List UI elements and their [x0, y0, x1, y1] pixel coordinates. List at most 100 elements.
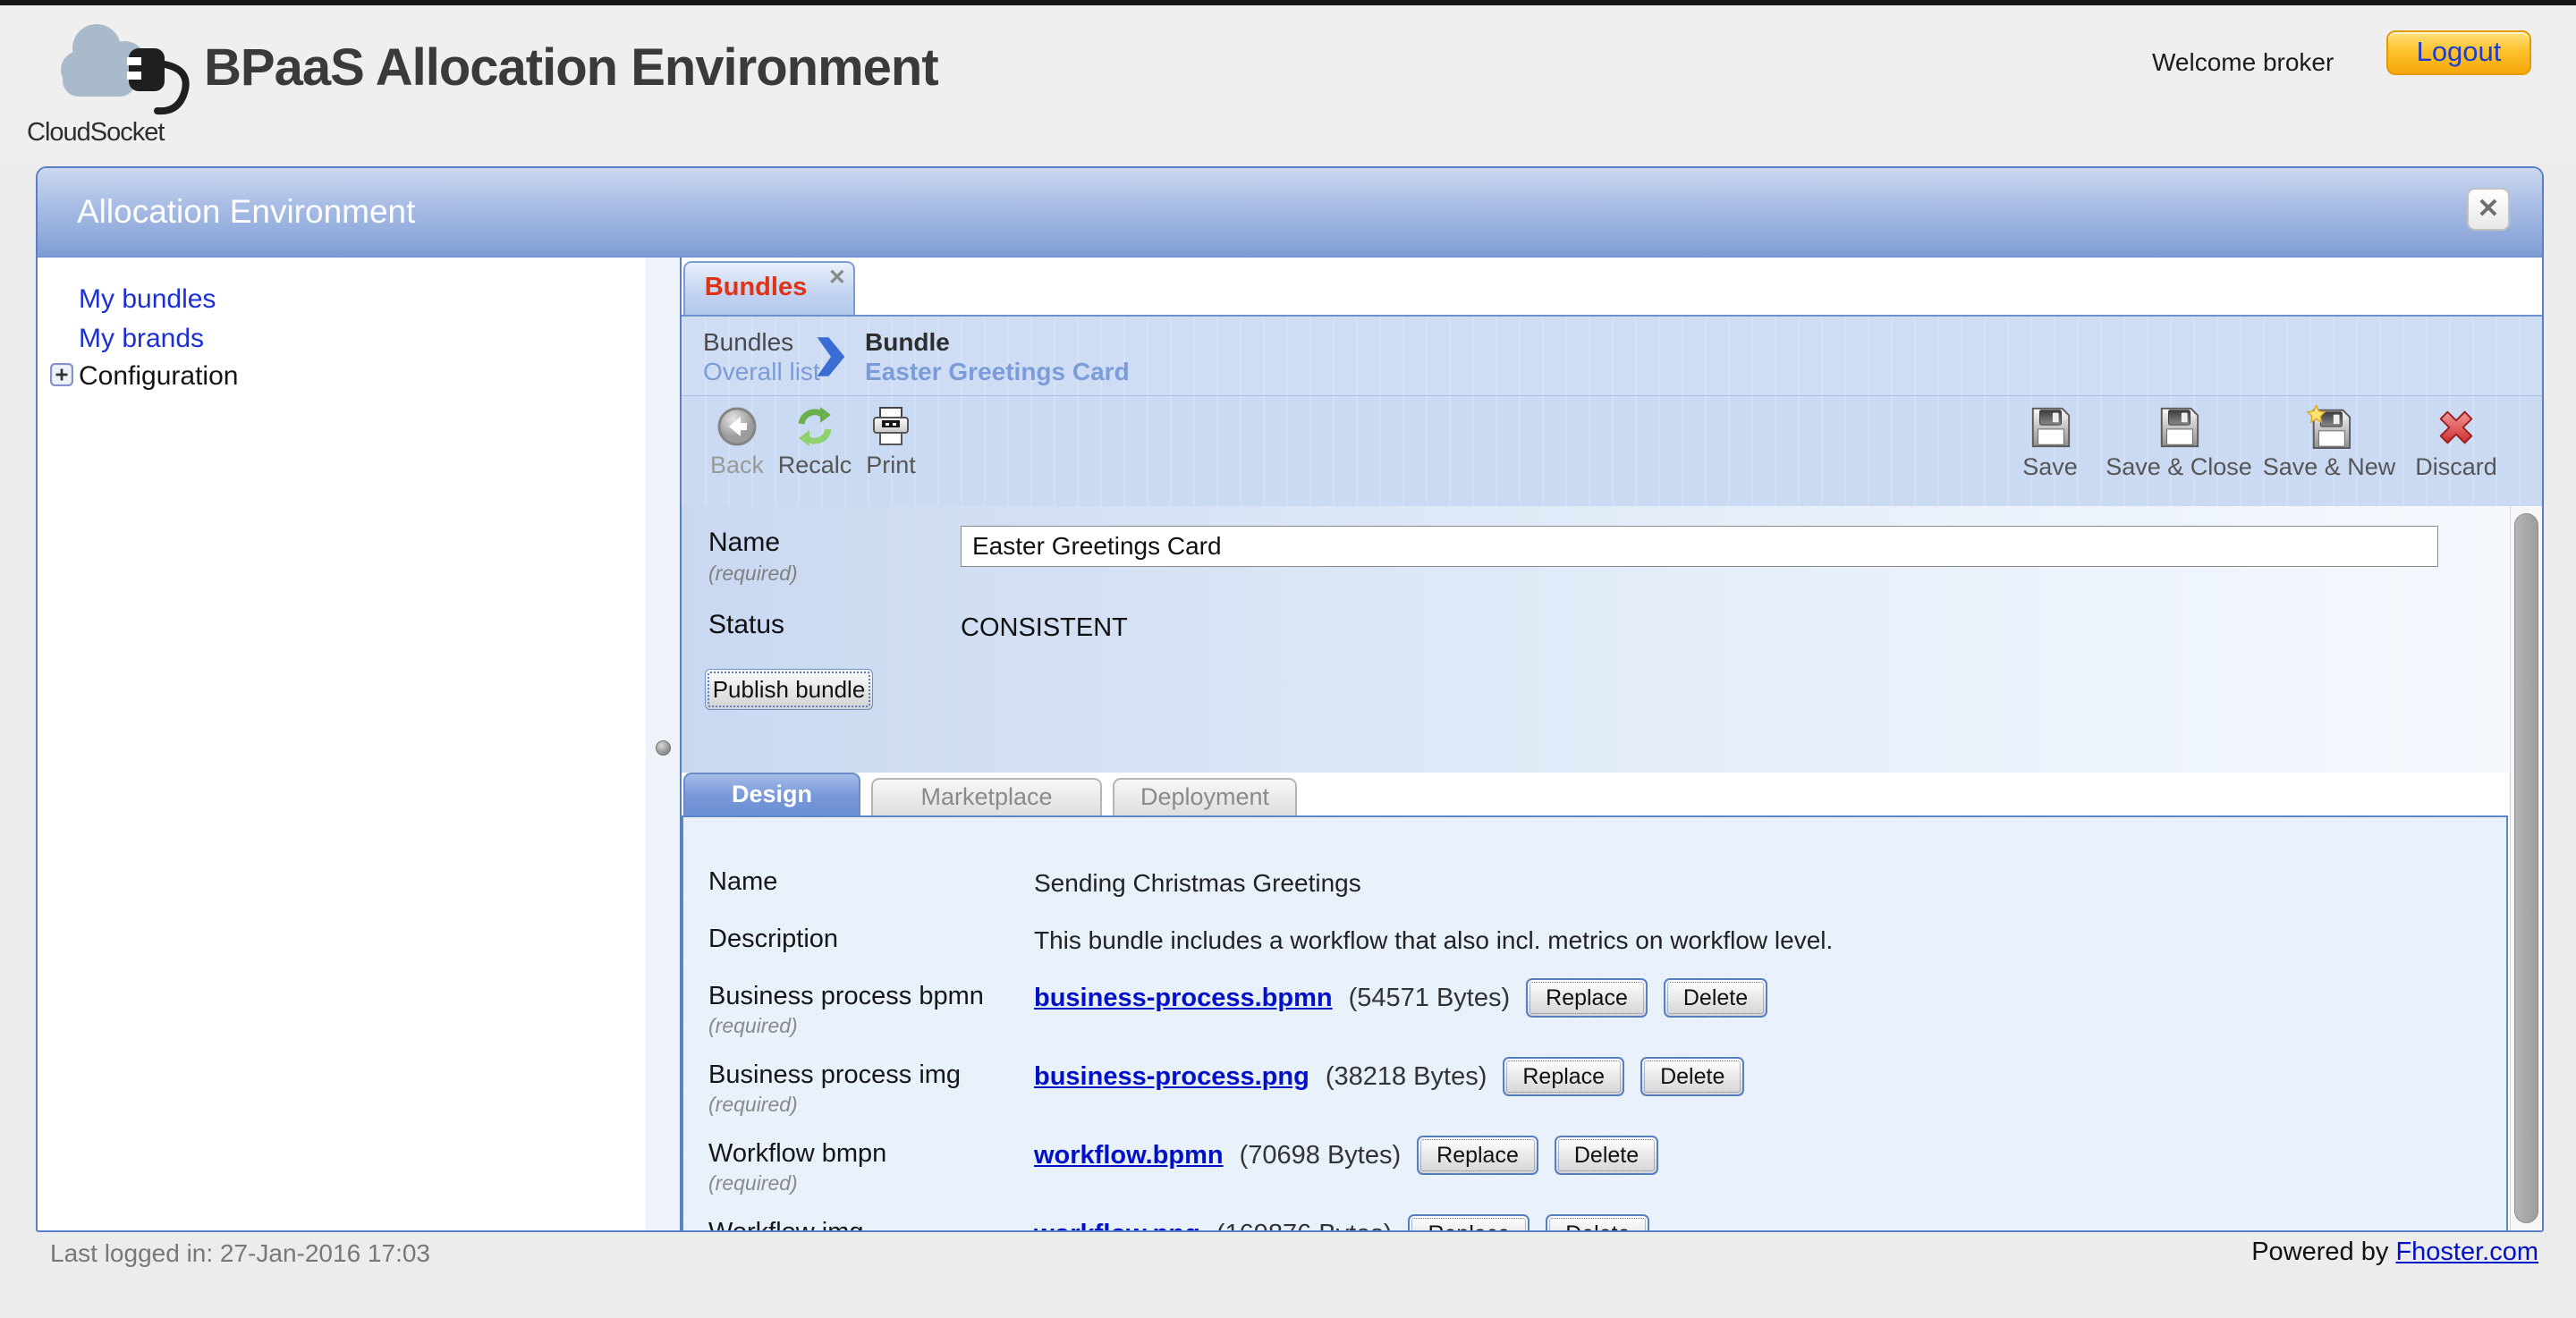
welcome-text: Welcome broker: [2152, 48, 2334, 77]
panel-splitter: [646, 258, 680, 1230]
row-label: Business process bpmn: [708, 982, 984, 1011]
powered-by: Powered by Fhoster.com: [2251, 1238, 2538, 1267]
design-package-panel: Name Sending Christmas Greetings Descrip…: [682, 815, 2508, 1230]
window-titlebar: Allocation Environment ✕: [38, 168, 2542, 258]
breadcrumb-level1: Bundles Overall list: [703, 327, 820, 386]
delete-button[interactable]: Delete: [1546, 1214, 1649, 1230]
breadcrumb: Bundles Overall list Bundle Easter Greet…: [682, 315, 2542, 395]
tab-close-icon[interactable]: ✕: [828, 265, 846, 291]
recalc-button[interactable]: Recalc: [775, 405, 855, 479]
tab-bundles[interactable]: Bundles ✕: [683, 261, 855, 315]
vertical-scrollbar: [2510, 506, 2542, 1230]
file-link[interactable]: workflow.bpmn: [1034, 1141, 1224, 1170]
expand-plus-icon[interactable]: [50, 363, 73, 386]
main-area: Bundles ✕ Bundles Overall list Bundle Ea…: [680, 258, 2542, 1230]
save-button[interactable]: Save: [2004, 405, 2097, 481]
print-button[interactable]: Print: [855, 405, 927, 479]
name-field-label: Name: [708, 528, 780, 558]
detail-tabs: Design package Marketplace metadata Depl…: [682, 773, 2509, 815]
sidebar: My bundles My brands Configuration: [38, 258, 646, 1230]
discard-button[interactable]: Discard: [2406, 405, 2506, 481]
bundle-form: Name (required) Status CONSISTENT Publis…: [682, 506, 2509, 773]
window-body: My bundles My brands Configuration Bundl…: [38, 258, 2542, 1230]
tab-marketplace-metadata[interactable]: Marketplace metadata: [871, 778, 1102, 815]
save-new-button[interactable]: Save & New: [2261, 405, 2397, 481]
back-icon: [716, 405, 758, 448]
sidebar-item-configuration[interactable]: Configuration: [79, 361, 238, 392]
publish-bundle-button[interactable]: Publish bundle: [705, 669, 873, 710]
tab-deployment[interactable]: Deployment: [1113, 778, 1297, 815]
window-close-button[interactable]: ✕: [2467, 188, 2510, 231]
replace-button[interactable]: Replace: [1408, 1214, 1530, 1230]
row-label: Workflow img: [708, 1218, 864, 1230]
bundle-name-input[interactable]: [961, 526, 2438, 567]
breadcrumb-level1-title: Bundles: [703, 327, 820, 358]
breadcrumb-level2: Bundle Easter Greetings Card: [865, 327, 1130, 386]
row-label: Business process img: [708, 1060, 961, 1090]
file-size: (54571 Bytes): [1349, 984, 1511, 1013]
file-size: (169876 Bytes): [1216, 1220, 1393, 1231]
splitter-handle[interactable]: [656, 740, 671, 756]
row-label: Workflow bmpn: [708, 1139, 886, 1169]
logo-caption: CloudSocket: [27, 118, 233, 148]
print-label: Print: [855, 452, 927, 479]
name-required-hint: (required): [708, 562, 798, 586]
back-label: Back: [699, 452, 775, 479]
status-value: CONSISTENT: [961, 613, 1128, 643]
scrollbar-thumb[interactable]: [2514, 513, 2538, 1223]
close-icon: ✕: [2477, 194, 2499, 224]
row-required-hint: (required): [708, 1093, 798, 1117]
scroll-content: Name (required) Status CONSISTENT Publis…: [682, 506, 2509, 1230]
cloudsocket-logo-icon: [50, 14, 202, 120]
chevron-right-icon: [816, 336, 846, 377]
breadcrumb-level2-title: Bundle: [865, 327, 1130, 358]
file-link[interactable]: business-process.bpmn: [1034, 984, 1333, 1013]
last-login-text: Last logged in: 27-Jan-2016 17:03: [50, 1239, 430, 1268]
file-size: (38218 Bytes): [1326, 1062, 1487, 1092]
status-label: Status: [708, 610, 784, 640]
print-icon: [869, 405, 912, 448]
save-label: Save: [2004, 453, 2097, 481]
save-new-icon: [2306, 405, 2352, 450]
discard-label: Discard: [2406, 453, 2506, 481]
back-button[interactable]: Back: [699, 405, 775, 479]
breadcrumb-level2-current[interactable]: Easter Greetings Card: [865, 358, 1130, 386]
row-value: This bundle includes a workflow that als…: [1034, 926, 1833, 955]
replace-button[interactable]: Replace: [1526, 978, 1648, 1018]
file-size: (70698 Bytes): [1240, 1141, 1402, 1170]
sidebar-item-my-bundles[interactable]: My bundles: [79, 284, 216, 315]
tab-design-package[interactable]: Design package: [683, 773, 860, 815]
document-tab-row: Bundles ✕: [682, 258, 2542, 315]
row-required-hint: (required): [708, 1171, 798, 1195]
save-new-label: Save & New: [2261, 453, 2397, 481]
delete-button[interactable]: Delete: [1555, 1136, 1658, 1175]
save-close-button[interactable]: Save & Close: [2106, 405, 2252, 481]
file-link[interactable]: workflow.png: [1034, 1220, 1200, 1231]
app-header: CloudSocket BPaaS Allocation Environment…: [0, 5, 2576, 165]
breadcrumb-level1-link[interactable]: Overall list: [703, 358, 820, 386]
discard-icon: [2433, 405, 2479, 450]
row-value: Sending Christmas Greetings: [1034, 869, 1361, 898]
save-icon: [2027, 405, 2073, 450]
row-label: Description: [708, 925, 838, 954]
fhoster-link[interactable]: Fhoster.com: [2395, 1238, 2538, 1266]
recalc-label: Recalc: [775, 452, 855, 479]
replace-button[interactable]: Replace: [1417, 1136, 1538, 1175]
recalc-icon: [793, 405, 836, 448]
tab-bundles-label: Bundles: [685, 263, 826, 311]
save-close-label: Save & Close: [2106, 453, 2252, 481]
replace-button[interactable]: Replace: [1503, 1057, 1624, 1096]
window-title: Allocation Environment: [77, 168, 415, 256]
file-link[interactable]: business-process.png: [1034, 1062, 1309, 1092]
save-close-icon: [2156, 405, 2202, 450]
allocation-environment-window: Allocation Environment ✕ My bundles My b…: [36, 166, 2544, 1232]
delete-button[interactable]: Delete: [1664, 978, 1767, 1018]
row-label: Name: [708, 867, 777, 897]
delete-button[interactable]: Delete: [1640, 1057, 1744, 1096]
sidebar-item-my-brands[interactable]: My brands: [79, 324, 204, 354]
content-viewport: Name (required) Status CONSISTENT Publis…: [682, 506, 2542, 1230]
row-required-hint: (required): [708, 1014, 798, 1038]
toolbar: Back Recalc: [682, 395, 2542, 506]
logout-button[interactable]: Logout: [2386, 30, 2531, 75]
powered-by-text: Powered by: [2251, 1238, 2388, 1266]
